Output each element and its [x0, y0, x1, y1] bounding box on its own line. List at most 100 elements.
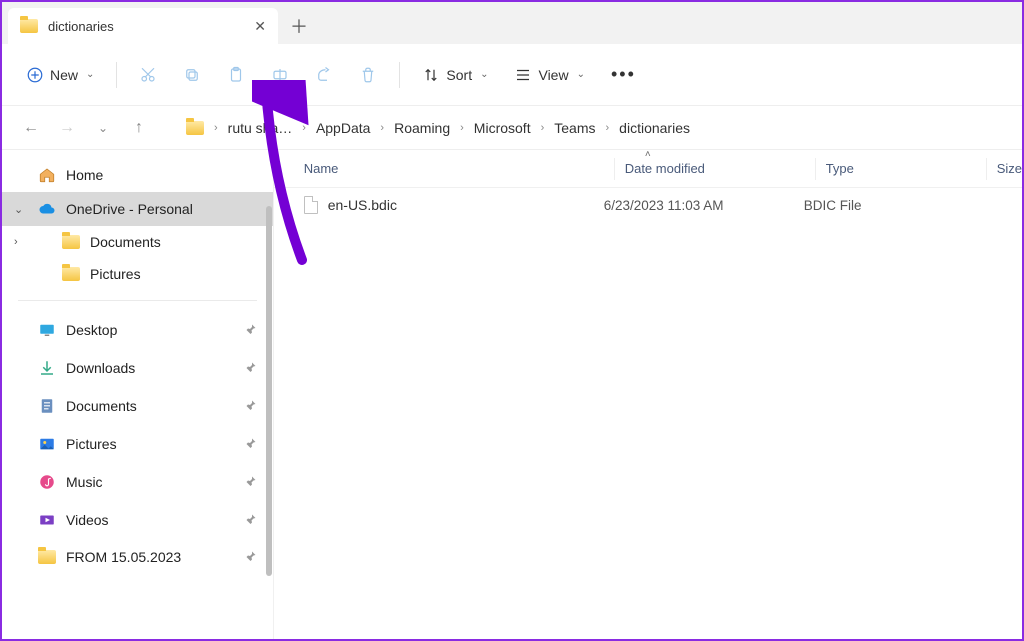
- sidebar-item-home[interactable]: Home: [2, 158, 273, 192]
- chevron-down-icon[interactable]: ⌄: [14, 203, 23, 216]
- tab-bar: dictionaries ✕ ＋: [2, 2, 1022, 44]
- chevron-right-icon: ›: [214, 122, 218, 134]
- new-button[interactable]: New ⌄: [22, 60, 98, 90]
- folder-icon: [38, 550, 56, 564]
- sort-label: Sort: [446, 67, 472, 83]
- navigation-pane[interactable]: Home ⌄ OneDrive - Personal › Documents P…: [2, 150, 274, 639]
- picture-icon: [38, 435, 56, 453]
- music-icon: [38, 473, 56, 491]
- column-header-size[interactable]: Size: [997, 161, 1022, 176]
- sidebar-item-folder[interactable]: FROM 15.05.2023: [2, 539, 273, 575]
- breadcrumb-segment[interactable]: dictionaries: [619, 120, 690, 136]
- paste-button[interactable]: [223, 60, 249, 90]
- share-button[interactable]: [311, 60, 337, 90]
- recent-dropdown[interactable]: ⌄: [94, 121, 112, 135]
- column-header-name[interactable]: Name: [304, 161, 604, 176]
- sidebar-item-documents[interactable]: › Documents: [2, 226, 273, 258]
- file-list: ˄ Name Date modified Type Size en-US.bdi…: [274, 150, 1022, 639]
- chevron-right-icon: ›: [302, 122, 306, 134]
- sidebar-label: Pictures: [90, 266, 141, 282]
- pin-icon: [245, 549, 257, 565]
- delete-button[interactable]: [355, 60, 381, 90]
- chevron-right-icon: ›: [460, 122, 464, 134]
- column-headers: ˄ Name Date modified Type Size: [274, 150, 1022, 188]
- new-label: New: [50, 67, 78, 83]
- copy-button[interactable]: [179, 60, 205, 90]
- file-type: BDIC File: [804, 198, 954, 213]
- sidebar-label: Documents: [90, 234, 161, 250]
- up-button[interactable]: ↑: [130, 119, 148, 137]
- sidebar-label: Home: [66, 167, 103, 183]
- divider: [18, 300, 257, 301]
- sidebar-item-pictures-quick[interactable]: Pictures: [2, 425, 273, 463]
- desktop-icon: [38, 321, 56, 339]
- sidebar-label: Documents: [66, 398, 137, 414]
- folder-icon: [62, 235, 80, 249]
- chevron-right-icon: ›: [380, 122, 384, 134]
- column-header-date[interactable]: Date modified: [625, 161, 805, 176]
- chevron-down-icon: ⌄: [86, 69, 94, 80]
- file-icon: [304, 196, 318, 214]
- sidebar-item-pictures[interactable]: Pictures: [2, 258, 273, 290]
- sidebar-label: Downloads: [66, 360, 135, 376]
- sidebar-label: Music: [66, 474, 103, 490]
- breadcrumb-segment[interactable]: Teams: [554, 120, 595, 136]
- sidebar-label: OneDrive - Personal: [66, 201, 193, 217]
- address-bar[interactable]: › rutu sha… › AppData › Roaming › Micros…: [186, 120, 690, 136]
- pin-icon: [245, 436, 257, 452]
- sidebar-item-onedrive[interactable]: ⌄ OneDrive - Personal: [2, 192, 273, 226]
- pin-icon: [245, 322, 257, 338]
- view-button[interactable]: View ⌄: [510, 60, 588, 90]
- sidebar-item-desktop[interactable]: Desktop: [2, 311, 273, 349]
- sidebar-label: Pictures: [66, 436, 117, 452]
- column-header-type[interactable]: Type: [826, 161, 976, 176]
- file-date: 6/23/2023 11:03 AM: [604, 198, 804, 213]
- view-label: View: [538, 67, 568, 83]
- file-row[interactable]: en-US.bdic 6/23/2023 11:03 AM BDIC File: [274, 188, 1022, 222]
- column-resizer[interactable]: [614, 158, 615, 180]
- toolbar-separator: [399, 62, 400, 88]
- home-icon: [38, 166, 56, 184]
- chevron-right-icon: ›: [541, 122, 545, 134]
- cloud-icon: [38, 200, 56, 218]
- breadcrumb-segment[interactable]: AppData: [316, 120, 370, 136]
- folder-icon: [20, 19, 38, 33]
- sidebar-item-downloads[interactable]: Downloads: [2, 349, 273, 387]
- sidebar-item-documents-quick[interactable]: Documents: [2, 387, 273, 425]
- cut-button[interactable]: [135, 60, 161, 90]
- chevron-down-icon: ⌄: [480, 69, 488, 80]
- folder-icon: [186, 121, 204, 135]
- toolbar-separator: [116, 62, 117, 88]
- column-resizer[interactable]: [815, 158, 816, 180]
- forward-button[interactable]: →: [58, 119, 76, 137]
- sidebar-label: FROM 15.05.2023: [66, 549, 181, 565]
- download-icon: [38, 359, 56, 377]
- sort-indicator-icon: ˄: [645, 149, 651, 160]
- nav-bar: ← → ⌄ ↑ › rutu sha… › AppData › Roaming …: [2, 106, 1022, 150]
- chevron-right-icon[interactable]: ›: [14, 236, 18, 248]
- command-bar: New ⌄ Sort ⌄ View ⌄ •••: [2, 44, 1022, 106]
- chevron-down-icon: ⌄: [577, 69, 585, 80]
- column-resizer[interactable]: [986, 158, 987, 180]
- scrollbar[interactable]: [266, 206, 272, 576]
- document-icon: [38, 397, 56, 415]
- breadcrumb-segment[interactable]: Roaming: [394, 120, 450, 136]
- back-button[interactable]: ←: [22, 119, 40, 137]
- sidebar-item-music[interactable]: Music: [2, 463, 273, 501]
- sidebar-item-videos[interactable]: Videos: [2, 501, 273, 539]
- close-tab-icon[interactable]: ✕: [254, 18, 266, 35]
- sort-button[interactable]: Sort ⌄: [418, 60, 492, 90]
- file-name: en-US.bdic: [328, 197, 397, 213]
- sidebar-label: Videos: [66, 512, 109, 528]
- video-icon: [38, 511, 56, 529]
- window-tab[interactable]: dictionaries ✕: [8, 8, 278, 44]
- rename-button[interactable]: [267, 60, 293, 90]
- breadcrumb-segment[interactable]: rutu sha…: [228, 120, 293, 136]
- more-button[interactable]: •••: [607, 58, 640, 91]
- pin-icon: [245, 512, 257, 528]
- tab-title: dictionaries: [48, 19, 114, 34]
- folder-icon: [62, 267, 80, 281]
- pin-icon: [245, 398, 257, 414]
- new-tab-button[interactable]: ＋: [278, 8, 320, 44]
- breadcrumb-segment[interactable]: Microsoft: [474, 120, 531, 136]
